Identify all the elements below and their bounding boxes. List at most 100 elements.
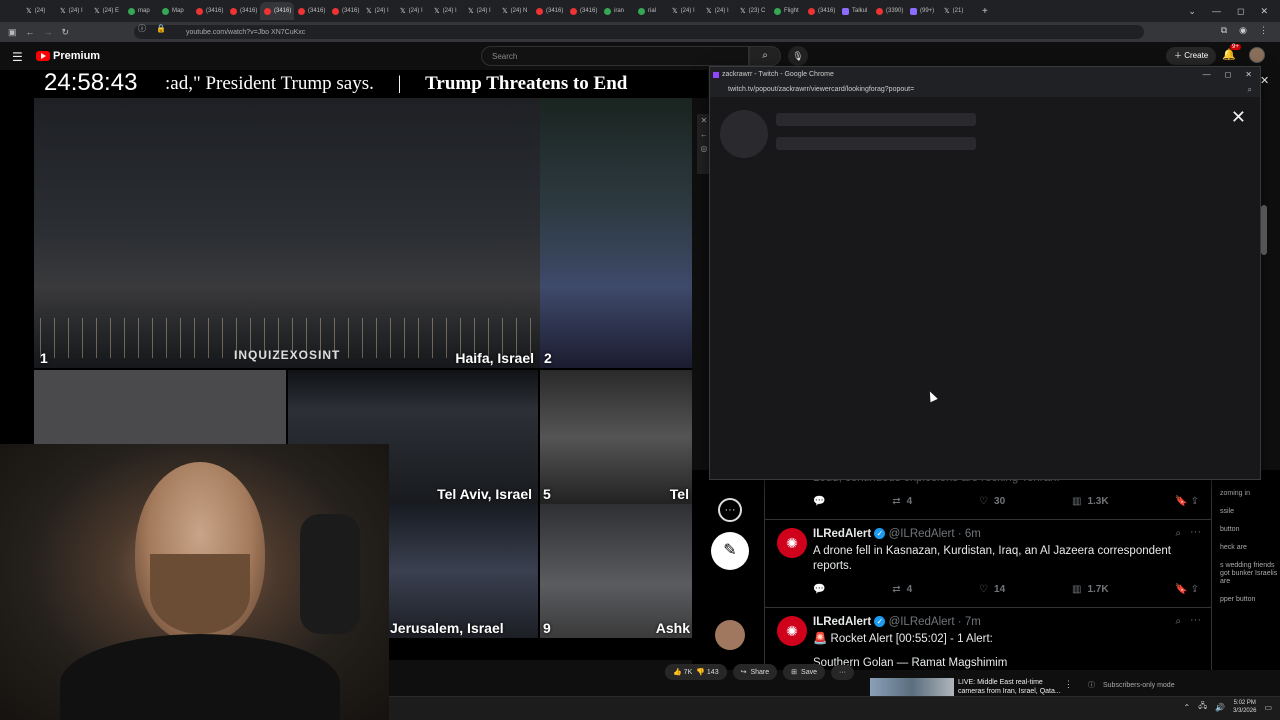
grok-icon[interactable]: ⌕ [1175, 616, 1181, 627]
youtube-favicon-icon [570, 7, 577, 15]
browser-tab[interactable]: (3416) [294, 2, 328, 20]
like-button[interactable]: ♡ 30 [979, 496, 1005, 507]
more-actions-button[interactable]: ··· [831, 664, 854, 680]
browser-tab[interactable]: 𝕏 (24) I [430, 2, 464, 20]
recommended-thumbnail[interactable] [870, 678, 954, 696]
browser-tab[interactable]: 𝕏 (24) I [396, 2, 430, 20]
reply-icon[interactable]: 💬 [813, 584, 825, 595]
browser-tab[interactable]: 𝕏 (24) I [362, 2, 396, 20]
browser-tab[interactable]: (3416) [532, 2, 566, 20]
popup-titlebar[interactable]: zackrawrr - Twitch - Google Chrome — ◻ ✕ [710, 67, 1260, 83]
zoom-icon[interactable]: ⌕ [1248, 83, 1252, 97]
popup-close-button[interactable]: ✕ [1245, 67, 1252, 83]
tab-search-icon[interactable]: ⌄ [1188, 6, 1196, 17]
notification-icon[interactable]: ▭ [1264, 703, 1272, 712]
tweet-handle[interactable]: @ILRedAlert [889, 528, 955, 540]
reload-icon[interactable]: ↻ [62, 27, 70, 38]
search-button[interactable]: ⌕ [749, 46, 781, 66]
tweet-time[interactable]: 7m [965, 616, 981, 628]
create-button[interactable]: ＋ Create [1166, 47, 1217, 65]
browser-tab[interactable]: 𝕏 (24) E [90, 2, 124, 20]
menu-icon[interactable]: ⋮ [1259, 25, 1268, 36]
retweet-button[interactable]: ⇄ 4 [892, 496, 912, 507]
hamburger-menu-icon[interactable]: ☰ [12, 50, 23, 64]
sidebar-toggle-icon[interactable]: ▣ [8, 27, 17, 38]
url-input[interactable]: youtube.com/watch?v=Jbo XN7CuKxc [134, 25, 1144, 39]
tweet[interactable]: ✺ ILRedAlert ✓ @ILRedAlert · 7m ⌕ ··· 🚨 … [765, 608, 1211, 670]
share-button[interactable]: ↪ Share [732, 664, 778, 680]
bookmark-icon[interactable]: 🔖 ⇪ [1175, 584, 1199, 595]
bookmark-icon[interactable]: 🔖 ⇪ [1175, 496, 1199, 507]
scrollbar-thumb[interactable] [1261, 205, 1267, 255]
tab-label: (24) I [374, 8, 389, 14]
browser-tab[interactable]: 𝕏 (24) I [702, 2, 736, 20]
back-icon[interactable]: ← [26, 27, 35, 37]
like-button[interactable]: 👍 7K [673, 668, 692, 676]
tweet-author[interactable]: ILRedAlert [813, 528, 871, 540]
browser-tab[interactable]: iran [600, 2, 634, 20]
browser-tab[interactable]: (3416) [226, 2, 260, 20]
maximize-button[interactable]: ◻ [1237, 6, 1244, 17]
more-icon[interactable]: ··· [718, 498, 742, 522]
forward-icon[interactable]: → [44, 27, 53, 37]
site-info-icon[interactable]: ⓘ [138, 22, 146, 36]
tray-chevron-icon[interactable]: ⌃ [1183, 703, 1190, 712]
dislike-button[interactable]: 👎 143 [696, 668, 718, 676]
tweet-time[interactable]: 6m [965, 528, 981, 540]
save-button[interactable]: ⊞ Save [783, 664, 825, 680]
tweet-more-icon[interactable]: ··· [1190, 614, 1201, 626]
tweet[interactable]: ✺ ILRedAlert ✓ @ILRedAlert · 6m ⌕ ··· A … [765, 520, 1211, 608]
browser-tab[interactable]: 𝕏 (23) C [736, 2, 770, 20]
browser-tab[interactable]: map [124, 2, 158, 20]
recommended-more-icon[interactable]: ⋮ [1064, 679, 1073, 690]
volume-icon[interactable]: 🔊 [1215, 703, 1225, 712]
views-button[interactable]: ▥ 1.7K [1072, 584, 1109, 595]
profile-icon[interactable]: ◉ [1239, 25, 1247, 36]
network-icon[interactable]: 🖧 [1198, 700, 1207, 714]
chat-snippet: button [1220, 526, 1240, 533]
browser-tab[interactable]: 𝕏 (24) N [498, 2, 532, 20]
popup-maximize-button[interactable]: ◻ [1225, 67, 1232, 83]
new-tab-button[interactable]: + [982, 6, 988, 17]
browser-tab[interactable]: (3416) [192, 2, 226, 20]
views-button[interactable]: ▥ 1.3K [1072, 496, 1109, 507]
browser-tab[interactable]: 𝕏 (24) I [464, 2, 498, 20]
browser-tab[interactable]: (3416) [566, 2, 600, 20]
browser-tab[interactable]: (3416) [328, 2, 362, 20]
reply-icon[interactable]: 💬 [813, 496, 825, 507]
browser-tab[interactable]: 𝕏 (21) [940, 2, 974, 20]
tweet-handle[interactable]: @ILRedAlert [889, 616, 955, 628]
voice-search-button[interactable]: 🎙 [788, 46, 808, 66]
info-icon[interactable]: ⓘ [1088, 680, 1095, 690]
compose-post-icon[interactable]: ✎ [711, 532, 749, 570]
account-avatar[interactable] [1249, 47, 1265, 63]
viewer-card-close-icon[interactable]: ✕ [1231, 107, 1246, 128]
browser-tab[interactable]: (3416) [804, 2, 838, 20]
popup-minimize-button[interactable]: — [1203, 67, 1211, 83]
browser-tab[interactable]: 𝕏 (24) [22, 2, 56, 20]
grok-icon[interactable]: ⌕ [1175, 528, 1181, 539]
browser-tab[interactable]: 𝕏 (24) I [56, 2, 90, 20]
browser-tab[interactable]: (3390) [872, 2, 906, 20]
search-input[interactable]: Search [481, 46, 749, 66]
browser-tab[interactable]: (3416) [260, 2, 294, 20]
like-button[interactable]: ♡ 14 [979, 584, 1005, 595]
youtube-logo[interactable]: Premium [36, 50, 100, 62]
tweet-author[interactable]: ILRedAlert [813, 616, 871, 628]
browser-tab[interactable]: 𝕏 (24) I [668, 2, 702, 20]
extensions-icon[interactable]: ⧉ [1221, 25, 1227, 36]
browser-tab[interactable]: Talkul [838, 2, 872, 20]
x-profile-avatar[interactable] [715, 620, 745, 650]
browser-tab[interactable]: Map [158, 2, 192, 20]
browser-tab[interactable]: rial [634, 2, 668, 20]
retweet-button[interactable]: ⇄ 4 [892, 584, 912, 595]
browser-tab[interactable]: (99+) [906, 2, 940, 20]
tweet-more-icon[interactable]: ··· [1190, 526, 1201, 538]
close-window-button[interactable]: ✕ [1260, 6, 1268, 17]
system-clock[interactable]: 5:02 PM 3/3/2026 [1233, 699, 1256, 715]
recommended-title[interactable]: LIVE: Middle East real-time cameras from… [958, 678, 1062, 696]
save-label: Save [801, 668, 817, 676]
browser-tab[interactable]: Flight [770, 2, 804, 20]
minimize-button[interactable]: — [1212, 6, 1221, 16]
panel-close-icon[interactable]: ✕ [1260, 74, 1269, 87]
